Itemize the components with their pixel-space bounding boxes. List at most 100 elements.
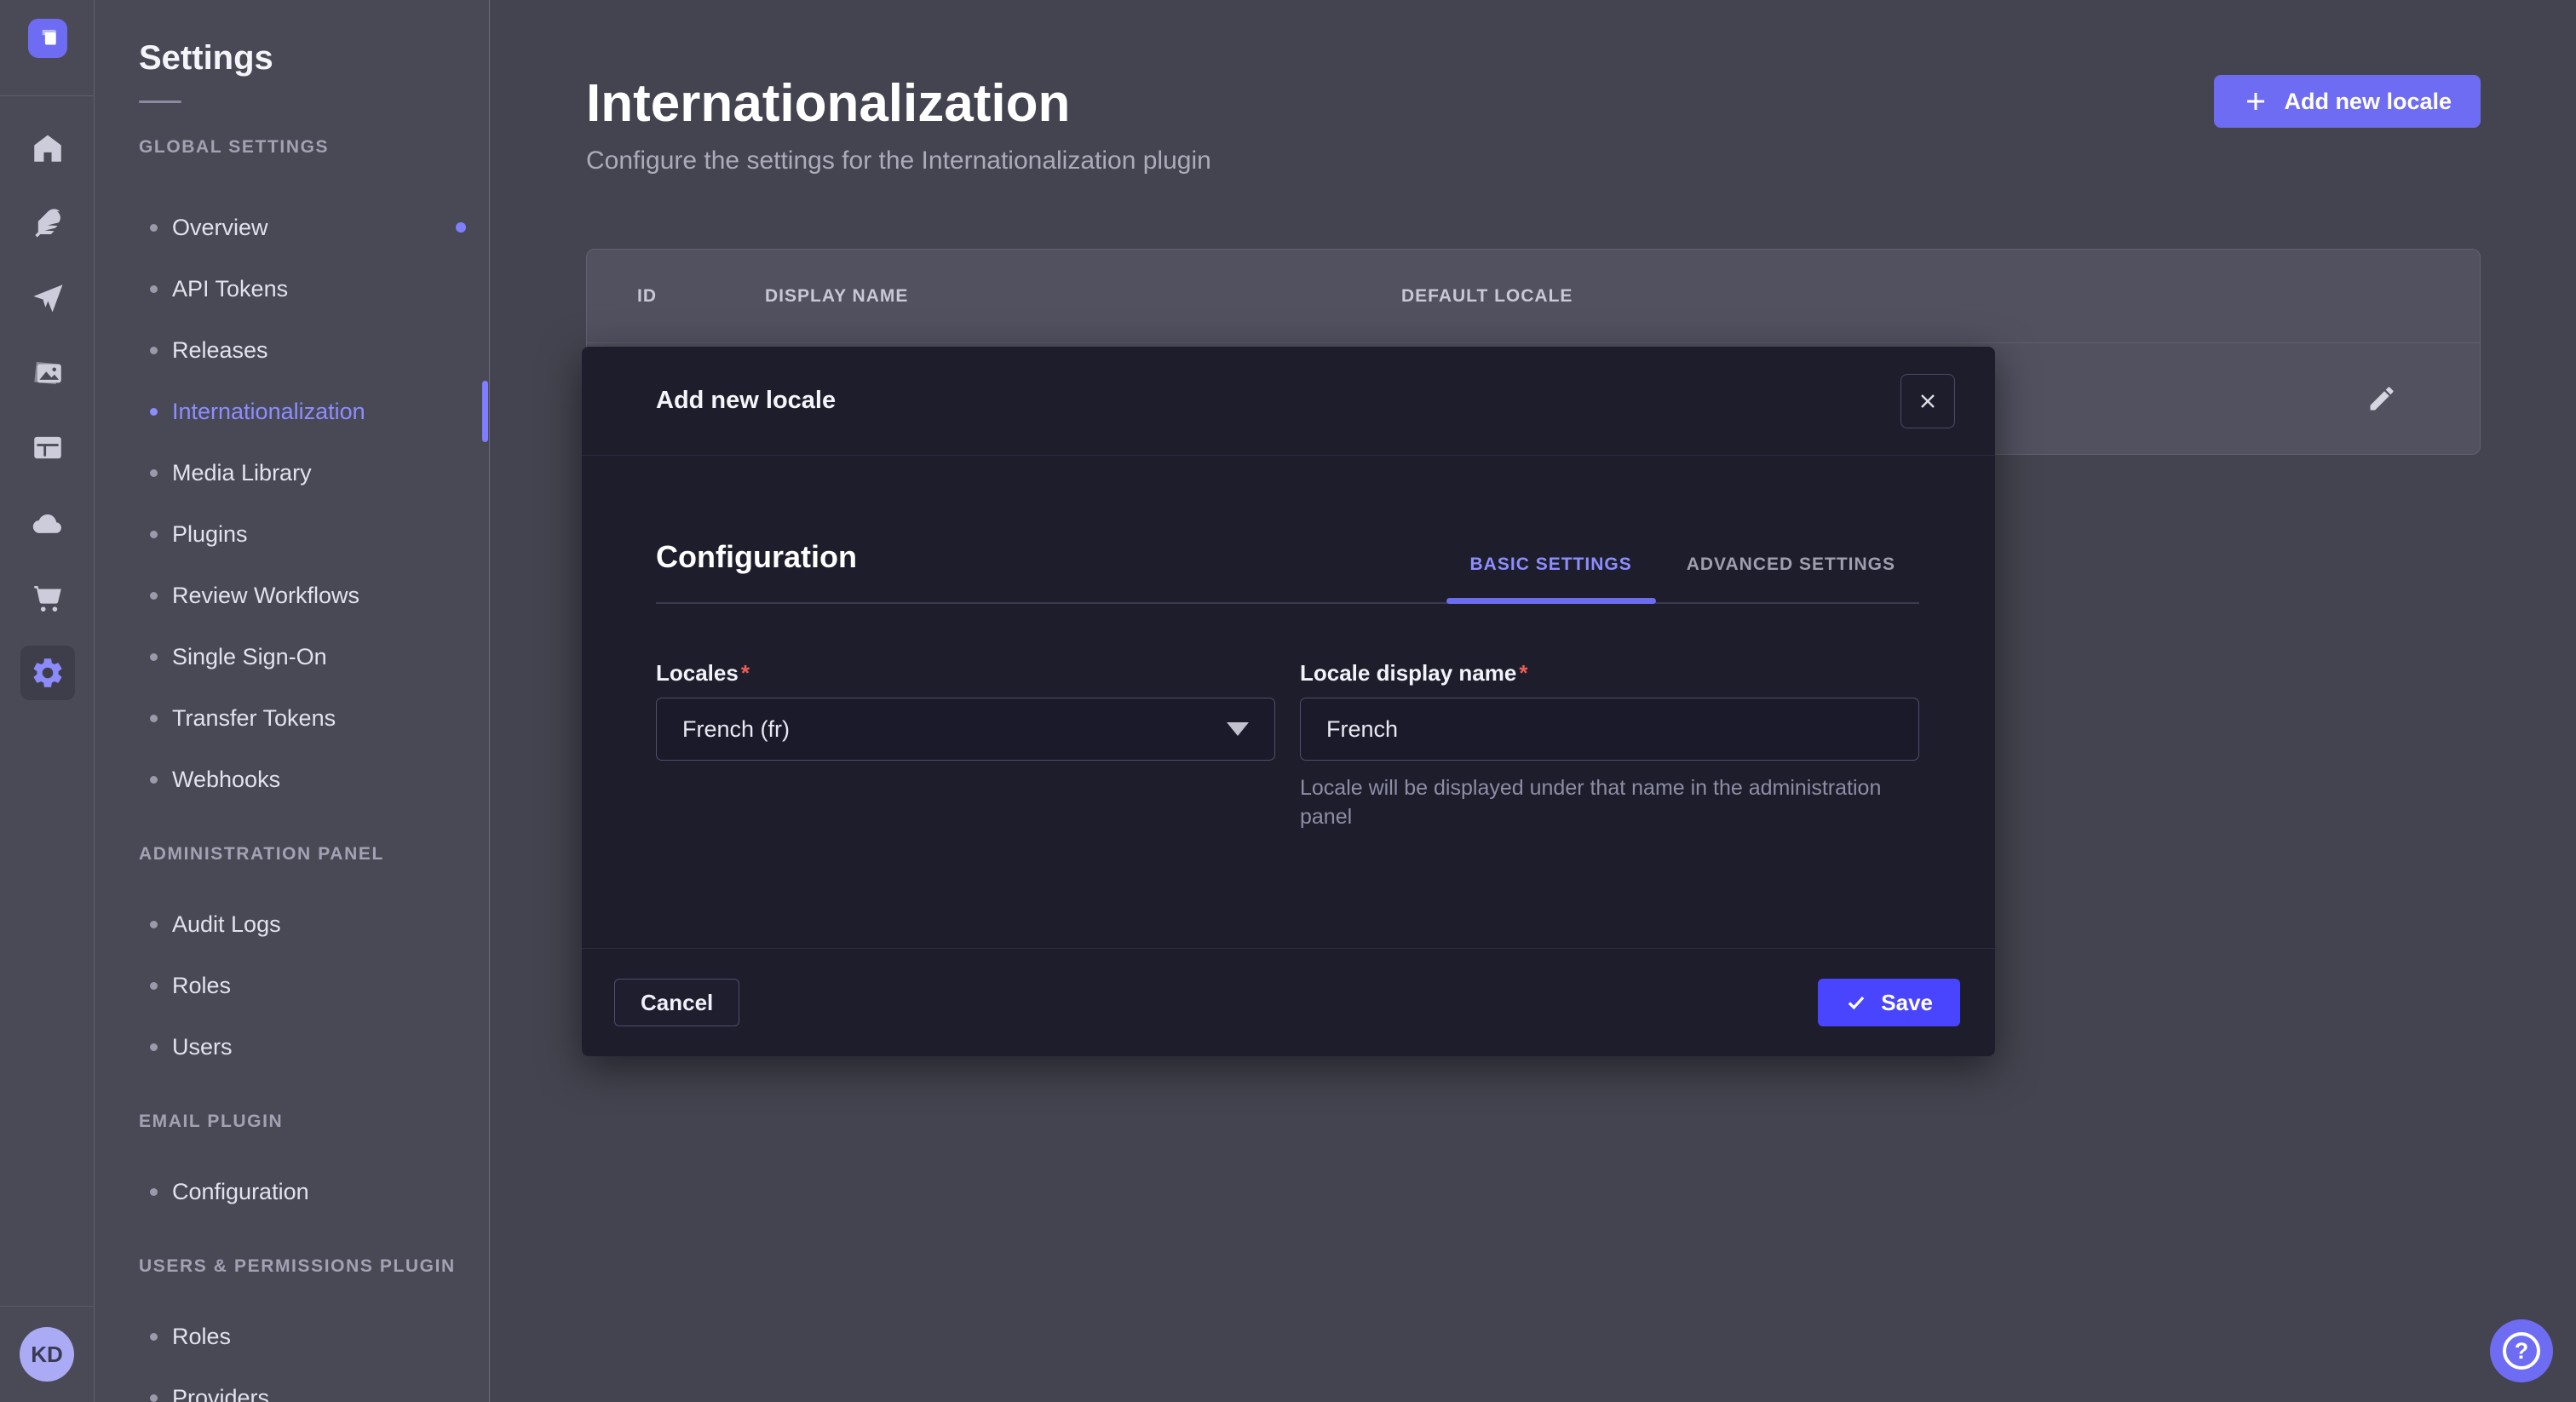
user-avatar[interactable]: KD: [20, 1327, 74, 1382]
modal-header: Add new locale: [582, 347, 1995, 456]
strapi-logo[interactable]: [28, 19, 67, 58]
bullet-icon: [150, 347, 158, 354]
sidebar-item-review-workflows[interactable]: Review Workflows: [139, 565, 489, 626]
bullet-icon: [150, 408, 158, 416]
sidebar-item-media-library[interactable]: Media Library: [139, 442, 489, 503]
add-new-locale-button[interactable]: Add new locale: [2214, 75, 2481, 128]
column-header-default-locale: Default Locale: [1401, 286, 2480, 307]
column-header-display-name: Display Name: [765, 286, 1401, 307]
tab-basic-settings[interactable]: Basic Settings: [1446, 554, 1656, 602]
locales-field: Locales* French (fr): [656, 660, 1275, 831]
bullet-icon: [150, 469, 158, 477]
display-name-value: French: [1326, 716, 1398, 743]
chevron-down-icon: [1227, 722, 1249, 736]
configuration-title: Configuration: [656, 539, 857, 602]
locales-label: Locales*: [656, 660, 750, 686]
page-title: Internationalization: [586, 75, 1211, 133]
rail-divider-bottom: [0, 1306, 95, 1307]
sidebar-title-divider: [139, 101, 181, 103]
modal-body: Configuration Basic Settings Advanced Se…: [582, 456, 1995, 948]
sidebar-item-up-roles[interactable]: Roles: [139, 1306, 489, 1367]
bullet-icon: [150, 921, 158, 928]
bullet-icon: [150, 531, 158, 538]
nav-list-users-permissions: Roles Providers: [139, 1306, 489, 1402]
sidebar-item-single-sign-on[interactable]: Single Sign-On: [139, 626, 489, 687]
notification-dot-icon: [456, 222, 466, 233]
settings-gear-tile: [20, 646, 75, 700]
active-indicator: [482, 381, 488, 442]
home-icon[interactable]: [0, 111, 95, 186]
help-button[interactable]: ?: [2490, 1319, 2553, 1382]
rail-nav: [0, 111, 95, 710]
nav-list-admin: Audit Logs Roles Users: [139, 893, 489, 1077]
edit-locale-button[interactable]: [2366, 383, 2398, 416]
section-label-users-permissions: Users & Permissions Plugin: [139, 1256, 489, 1277]
strapi-logo-icon: [35, 26, 60, 51]
sidebar-item-webhooks[interactable]: Webhooks: [139, 749, 489, 810]
modal-footer: Cancel Save: [582, 948, 1995, 1056]
page-subtitle: Configure the settings for the Internati…: [586, 147, 1211, 175]
bullet-icon: [150, 1394, 158, 1402]
bullet-icon: [150, 592, 158, 600]
layout-icon[interactable]: [0, 411, 95, 486]
sidebar-item-admin-users[interactable]: Users: [139, 1016, 489, 1077]
sidebar-item-internationalization[interactable]: Internationalization: [139, 381, 489, 442]
required-asterisk: *: [1519, 660, 1527, 686]
required-asterisk: *: [741, 660, 750, 686]
modal-fields: Locales* French (fr) Locale display name…: [656, 660, 1919, 831]
bullet-icon: [150, 224, 158, 232]
sidebar-item-releases[interactable]: Releases: [139, 319, 489, 381]
table-header-row: ID Display Name Default Locale: [587, 250, 2480, 343]
cancel-button[interactable]: Cancel: [614, 979, 739, 1026]
tab-advanced-settings[interactable]: Advanced Settings: [1663, 554, 1919, 602]
sidebar-item-overview[interactable]: Overview: [139, 197, 489, 258]
page-header: Internationalization Configure the setti…: [586, 75, 2481, 175]
section-label-email-plugin: Email Plugin: [139, 1112, 489, 1132]
sidebar-title: Settings: [139, 37, 489, 78]
bullet-icon: [150, 285, 158, 293]
display-name-input[interactable]: French: [1300, 698, 1919, 761]
bullet-icon: [150, 653, 158, 661]
display-name-helper-text: Locale will be displayed under that name…: [1300, 773, 1902, 831]
feather-icon[interactable]: [0, 186, 95, 261]
nav-list-email: Configuration: [139, 1161, 489, 1222]
configuration-header: Configuration Basic Settings Advanced Se…: [656, 539, 1919, 604]
modal-title: Add new locale: [656, 387, 836, 415]
locales-select-value: French (fr): [682, 716, 790, 743]
close-icon: [1918, 391, 1938, 411]
bullet-icon: [150, 776, 158, 784]
save-button[interactable]: Save: [1818, 979, 1960, 1026]
sidebar-item-email-configuration[interactable]: Configuration: [139, 1161, 489, 1222]
nav-list-global: Overview API Tokens Releases Internation…: [139, 197, 489, 810]
bullet-icon: [150, 1043, 158, 1051]
section-label-administration-panel: Administration Panel: [139, 844, 489, 865]
bullet-icon: [150, 1333, 158, 1341]
section-label-global-settings: Global Settings: [139, 137, 489, 158]
display-name-field: Locale display name* French Locale will …: [1300, 660, 1919, 831]
sidebar-item-api-tokens[interactable]: API Tokens: [139, 258, 489, 319]
sidebar-item-up-providers[interactable]: Providers: [139, 1367, 489, 1402]
add-new-locale-modal: Add new locale Configuration Basic Setti…: [582, 347, 1995, 1056]
gear-icon: [30, 655, 66, 691]
bullet-icon: [150, 715, 158, 722]
bullet-icon: [150, 1188, 158, 1196]
sidebar-item-audit-logs[interactable]: Audit Logs: [139, 893, 489, 955]
locales-select[interactable]: French (fr): [656, 698, 1275, 761]
sidebar-item-transfer-tokens[interactable]: Transfer Tokens: [139, 687, 489, 749]
settings-sidebar: Settings Global Settings Overview API To…: [95, 0, 490, 1402]
cloud-icon[interactable]: [0, 486, 95, 560]
rail-divider: [0, 95, 95, 96]
marketplace-cart-icon[interactable]: [0, 560, 95, 635]
modal-close-button[interactable]: [1900, 374, 1955, 428]
question-mark-icon: ?: [2503, 1332, 2540, 1370]
plus-icon: [2243, 89, 2268, 114]
paper-plane-icon[interactable]: [0, 261, 95, 336]
column-header-id: ID: [637, 286, 765, 307]
sidebar-item-admin-roles[interactable]: Roles: [139, 955, 489, 1016]
settings-gear-item[interactable]: [0, 635, 95, 710]
sidebar-item-plugins[interactable]: Plugins: [139, 503, 489, 565]
display-name-label: Locale display name*: [1300, 660, 1527, 686]
check-icon: [1845, 991, 1867, 1014]
settings-tabs: Basic Settings Advanced Settings: [1446, 554, 1919, 602]
media-library-icon[interactable]: [0, 336, 95, 411]
